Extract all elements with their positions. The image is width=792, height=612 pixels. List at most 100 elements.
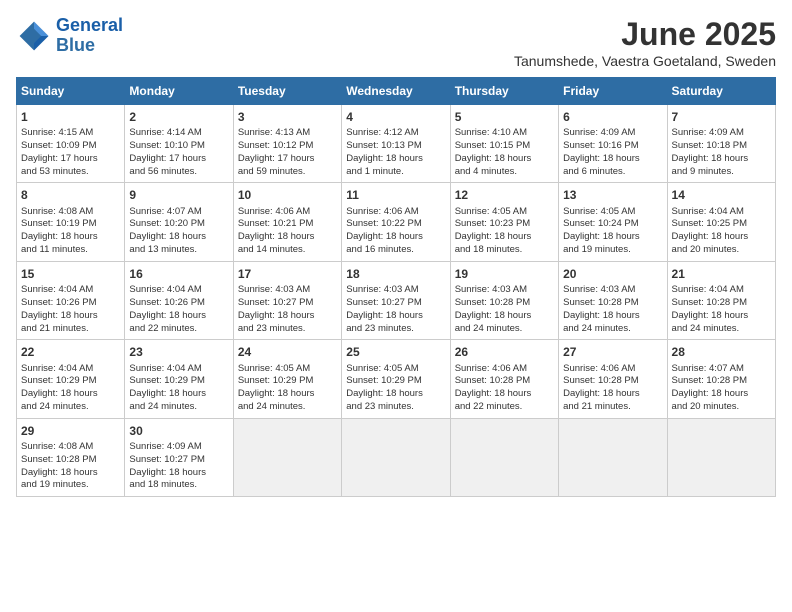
day-number: 11 [346,187,445,203]
day-number: 14 [672,187,771,203]
day-info: Sunrise: 4:09 AMSunset: 10:27 PMDaylight… [129,441,228,492]
day-info: Sunrise: 4:10 AMSunset: 10:15 PMDaylight… [455,127,554,178]
day-cell: 14 Sunrise: 4:04 AMSunset: 10:25 PMDaylig… [667,183,775,261]
day-cell: 27Sunrise: 4:06 AMSunset: 10:28 PMDaylig… [559,340,667,418]
weekday-header-friday: Friday [559,78,667,105]
day-number: 9 [129,187,228,203]
day-cell [233,418,341,496]
day-info: Sunrise: 4:03 AMSunset: 10:27 PMDaylight… [346,284,445,335]
logo-text: General Blue [56,16,123,56]
day-cell: 17 Sunrise: 4:03 AMSunset: 10:27 PMDaylig… [233,261,341,339]
logo-icon [16,18,52,54]
day-number: 22 [21,344,120,360]
logo-line2: Blue [56,35,95,55]
day-number: 24 [238,344,337,360]
day-cell: 1 Sunrise: 4:15 AMSunset: 10:09 PMDayligh… [17,105,125,183]
day-info: Sunrise: 4:04 AMSunset: 10:26 PMDaylight… [129,284,228,335]
day-cell: 25 Sunrise: 4:05 AMSunset: 10:29 PMDaylig… [342,340,450,418]
day-cell: 22 Sunrise: 4:04 AMSunset: 10:29 PMDaylig… [17,340,125,418]
week-row-1: 1 Sunrise: 4:15 AMSunset: 10:09 PMDayligh… [17,105,776,183]
header: General Blue June 2025 Tanumshede, Vaest… [16,16,776,69]
day-info: Sunrise: 4:05 AMSunset: 10:29 PMDaylight… [346,363,445,414]
day-number: 29 [21,423,120,439]
week-row-4: 22 Sunrise: 4:04 AMSunset: 10:29 PMDaylig… [17,340,776,418]
day-info: Sunrise: 4:04 AMSunset: 10:29 PMDaylight… [21,363,120,414]
day-number: 25 [346,344,445,360]
weekday-header-tuesday: Tuesday [233,78,341,105]
day-cell [342,418,450,496]
day-number: 28 [672,344,771,360]
day-info: Sunrise: 4:05 AMSunset: 10:24 PMDaylight… [563,206,662,257]
day-cell: 4 Sunrise: 4:12 AMSunset: 10:13 PMDayligh… [342,105,450,183]
day-cell [559,418,667,496]
day-cell: 15Sunrise: 4:04 AMSunset: 10:26 PMDaylig… [17,261,125,339]
weekday-header-sunday: Sunday [17,78,125,105]
calendar: SundayMondayTuesdayWednesdayThursdayFrid… [16,77,776,497]
weekday-header-row: SundayMondayTuesdayWednesdayThursdayFrid… [17,78,776,105]
day-info: Sunrise: 4:04 AMSunset: 10:26 PMDaylight… [21,284,120,335]
day-info: Sunrise: 4:04 AMSunset: 10:25 PMDaylight… [672,206,771,257]
week-row-5: 29 Sunrise: 4:08 AMSunset: 10:28 PMDaylig… [17,418,776,496]
day-info: Sunrise: 4:06 AMSunset: 10:28 PMDaylight… [455,363,554,414]
day-cell: 29 Sunrise: 4:08 AMSunset: 10:28 PMDaylig… [17,418,125,496]
weekday-header-wednesday: Wednesday [342,78,450,105]
day-cell: 12Sunrise: 4:05 AMSunset: 10:23 PMDaylig… [450,183,558,261]
day-info: Sunrise: 4:15 AMSunset: 10:09 PMDaylight… [21,127,120,178]
day-info: Sunrise: 4:06 AMSunset: 10:28 PMDaylight… [563,363,662,414]
day-info: Sunrise: 4:07 AMSunset: 10:28 PMDaylight… [672,363,771,414]
day-number: 4 [346,109,445,125]
day-number: 5 [455,109,554,125]
day-number: 3 [238,109,337,125]
day-number: 23 [129,344,228,360]
weekday-header-saturday: Saturday [667,78,775,105]
day-info: Sunrise: 4:05 AMSunset: 10:29 PMDaylight… [238,363,337,414]
day-cell: 7Sunrise: 4:09 AMSunset: 10:18 PMDayligh… [667,105,775,183]
day-number: 17 [238,266,337,282]
day-cell [450,418,558,496]
day-number: 18 [346,266,445,282]
day-info: Sunrise: 4:08 AMSunset: 10:28 PMDaylight… [21,441,120,492]
day-info: Sunrise: 4:04 AMSunset: 10:28 PMDaylight… [672,284,771,335]
location: Tanumshede, Vaestra Goetaland, Sweden [514,53,776,69]
day-info: Sunrise: 4:03 AMSunset: 10:27 PMDaylight… [238,284,337,335]
day-cell: 24 Sunrise: 4:05 AMSunset: 10:29 PMDaylig… [233,340,341,418]
day-cell: 13 Sunrise: 4:05 AMSunset: 10:24 PMDaylig… [559,183,667,261]
day-cell: 2 Sunrise: 4:14 AMSunset: 10:10 PMDayligh… [125,105,233,183]
day-cell: 11Sunrise: 4:06 AMSunset: 10:22 PMDaylig… [342,183,450,261]
day-cell: 30 Sunrise: 4:09 AMSunset: 10:27 PMDaylig… [125,418,233,496]
day-info: Sunrise: 4:12 AMSunset: 10:13 PMDaylight… [346,127,445,178]
day-info: Sunrise: 4:03 AMSunset: 10:28 PMDaylight… [455,284,554,335]
day-number: 30 [129,423,228,439]
day-number: 8 [21,187,120,203]
day-info: Sunrise: 4:09 AMSunset: 10:18 PMDaylight… [672,127,771,178]
weekday-header-thursday: Thursday [450,78,558,105]
day-cell: 3 Sunrise: 4:13 AMSunset: 10:12 PMDayligh… [233,105,341,183]
title-area: June 2025 Tanumshede, Vaestra Goetaland,… [514,16,776,69]
day-cell: 10Sunrise: 4:06 AMSunset: 10:21 PMDaylig… [233,183,341,261]
day-cell: 8 Sunrise: 4:08 AMSunset: 10:19 PMDayligh… [17,183,125,261]
day-cell: 23 Sunrise: 4:04 AMSunset: 10:29 PMDaylig… [125,340,233,418]
day-info: Sunrise: 4:07 AMSunset: 10:20 PMDaylight… [129,206,228,257]
day-cell: 9 Sunrise: 4:07 AMSunset: 10:20 PMDayligh… [125,183,233,261]
week-row-3: 15Sunrise: 4:04 AMSunset: 10:26 PMDaylig… [17,261,776,339]
week-row-2: 8 Sunrise: 4:08 AMSunset: 10:19 PMDayligh… [17,183,776,261]
day-number: 6 [563,109,662,125]
day-number: 1 [21,109,120,125]
day-number: 10 [238,187,337,203]
day-info: Sunrise: 4:03 AMSunset: 10:28 PMDaylight… [563,284,662,335]
month-year: June 2025 [514,16,776,53]
day-number: 2 [129,109,228,125]
logo-line1: General [56,15,123,35]
day-info: Sunrise: 4:14 AMSunset: 10:10 PMDaylight… [129,127,228,178]
day-info: Sunrise: 4:05 AMSunset: 10:23 PMDaylight… [455,206,554,257]
day-cell [667,418,775,496]
day-cell: 16Sunrise: 4:04 AMSunset: 10:26 PMDaylig… [125,261,233,339]
day-info: Sunrise: 4:13 AMSunset: 10:12 PMDaylight… [238,127,337,178]
day-number: 13 [563,187,662,203]
day-info: Sunrise: 4:04 AMSunset: 10:29 PMDaylight… [129,363,228,414]
day-cell: 20Sunrise: 4:03 AMSunset: 10:28 PMDaylig… [559,261,667,339]
weekday-header-monday: Monday [125,78,233,105]
day-info: Sunrise: 4:09 AMSunset: 10:16 PMDaylight… [563,127,662,178]
day-info: Sunrise: 4:08 AMSunset: 10:19 PMDaylight… [21,206,120,257]
logo: General Blue [16,16,123,56]
